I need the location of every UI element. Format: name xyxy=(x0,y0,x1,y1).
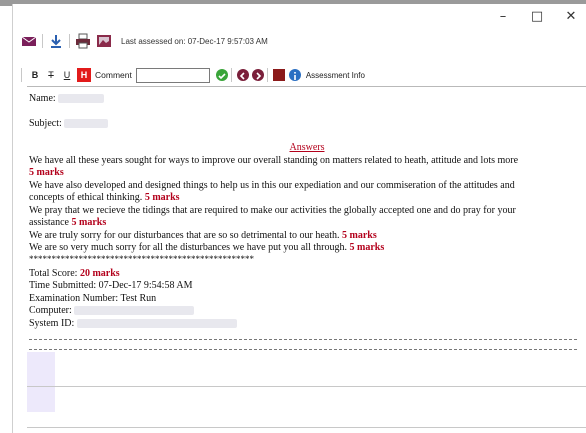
name-label: Name: xyxy=(29,93,56,104)
total-score-value: 20 marks xyxy=(79,267,120,279)
subject-label: Subject: xyxy=(29,117,62,129)
name-line: Name: xyxy=(29,93,585,106)
answer-marks: 5 marks xyxy=(71,217,107,228)
time-submitted: Time Submitted: 07-Dec-17 9:54:58 AM xyxy=(29,280,193,291)
toolbar-divider xyxy=(69,34,70,48)
redacted-id-line xyxy=(29,331,577,340)
computer-label: Computer: xyxy=(29,305,72,316)
comment-label: Comment xyxy=(95,70,132,80)
system-id-line: System ID: xyxy=(29,318,585,331)
assessment-window: – □ ✕ Last assessed on: 07-Dec-17 9:57:0… xyxy=(12,4,586,433)
top-toolbar: Last assessed on: 07-Dec-17 9:57:03 AM xyxy=(21,32,541,50)
mail-icon[interactable] xyxy=(21,33,37,49)
highlight-button[interactable]: H xyxy=(77,68,91,82)
answer-marks: 5 marks xyxy=(341,229,377,241)
stop-icon[interactable] xyxy=(272,69,285,81)
answers-heading: Answers xyxy=(289,142,325,153)
examination-number: Examination Number: Test Run xyxy=(29,292,157,304)
answer-text: concepts of ethical thinking. xyxy=(29,192,143,203)
assessment-document: Name: Subject: Answers We have all these… xyxy=(27,86,586,412)
download-icon[interactable] xyxy=(48,33,64,49)
format-toolbar: B T U H Comment Assessment Info xyxy=(21,66,581,84)
system-id-label: System ID: xyxy=(29,317,75,329)
redacted-subject xyxy=(64,118,109,128)
info-icon[interactable] xyxy=(288,69,301,81)
assessment-info-button[interactable]: Assessment Info xyxy=(306,71,365,80)
redacted-name xyxy=(58,94,105,104)
underline-button[interactable]: U xyxy=(59,70,75,80)
answer-text: assistance xyxy=(29,217,69,228)
strikethrough-button[interactable]: T xyxy=(43,70,59,80)
print-icon[interactable] xyxy=(75,33,91,49)
title-bar: – □ ✕ xyxy=(13,4,586,30)
subject-line: Subject: xyxy=(29,118,585,131)
answer-text: We have also developed and designed thin… xyxy=(29,179,515,191)
answer-text: We are so very much sorry for all the di… xyxy=(29,242,347,253)
toolbar-divider xyxy=(230,68,232,82)
close-button[interactable]: ✕ xyxy=(557,8,585,26)
comment-input[interactable] xyxy=(135,67,210,83)
answer-text: We are truly sorry for our disturbances … xyxy=(29,229,340,241)
total-score-label: Total Score: xyxy=(29,267,78,279)
answer-marks: 5 marks xyxy=(349,242,385,253)
answer-text: We have all these years sought for ways … xyxy=(29,154,519,166)
previous-icon[interactable] xyxy=(236,69,249,81)
bold-button[interactable]: B xyxy=(27,70,43,80)
answer-marks: 5 marks xyxy=(144,192,180,203)
redacted-system-id xyxy=(76,318,237,328)
separator-stars: ****************************************… xyxy=(29,253,254,264)
answer-marks: 5 marks xyxy=(29,167,64,178)
redacted-computer xyxy=(74,306,195,316)
answer-text: We pray that we recieve the tidings that… xyxy=(29,204,516,216)
toolbar-divider xyxy=(42,34,43,48)
last-assessed-text: Last assessed on: 07-Dec-17 9:57:03 AM xyxy=(121,36,268,46)
computer-line: Computer: xyxy=(29,305,585,318)
maximize-button[interactable]: □ xyxy=(523,8,551,26)
toolbar-divider xyxy=(21,68,22,82)
minimize-button[interactable]: – xyxy=(489,8,517,26)
toolbar-divider xyxy=(266,68,268,82)
image-icon[interactable] xyxy=(96,33,112,49)
redacted-id-line xyxy=(29,341,577,350)
next-icon[interactable] xyxy=(251,69,264,81)
check-icon[interactable] xyxy=(215,69,228,81)
lower-panel xyxy=(27,386,586,428)
